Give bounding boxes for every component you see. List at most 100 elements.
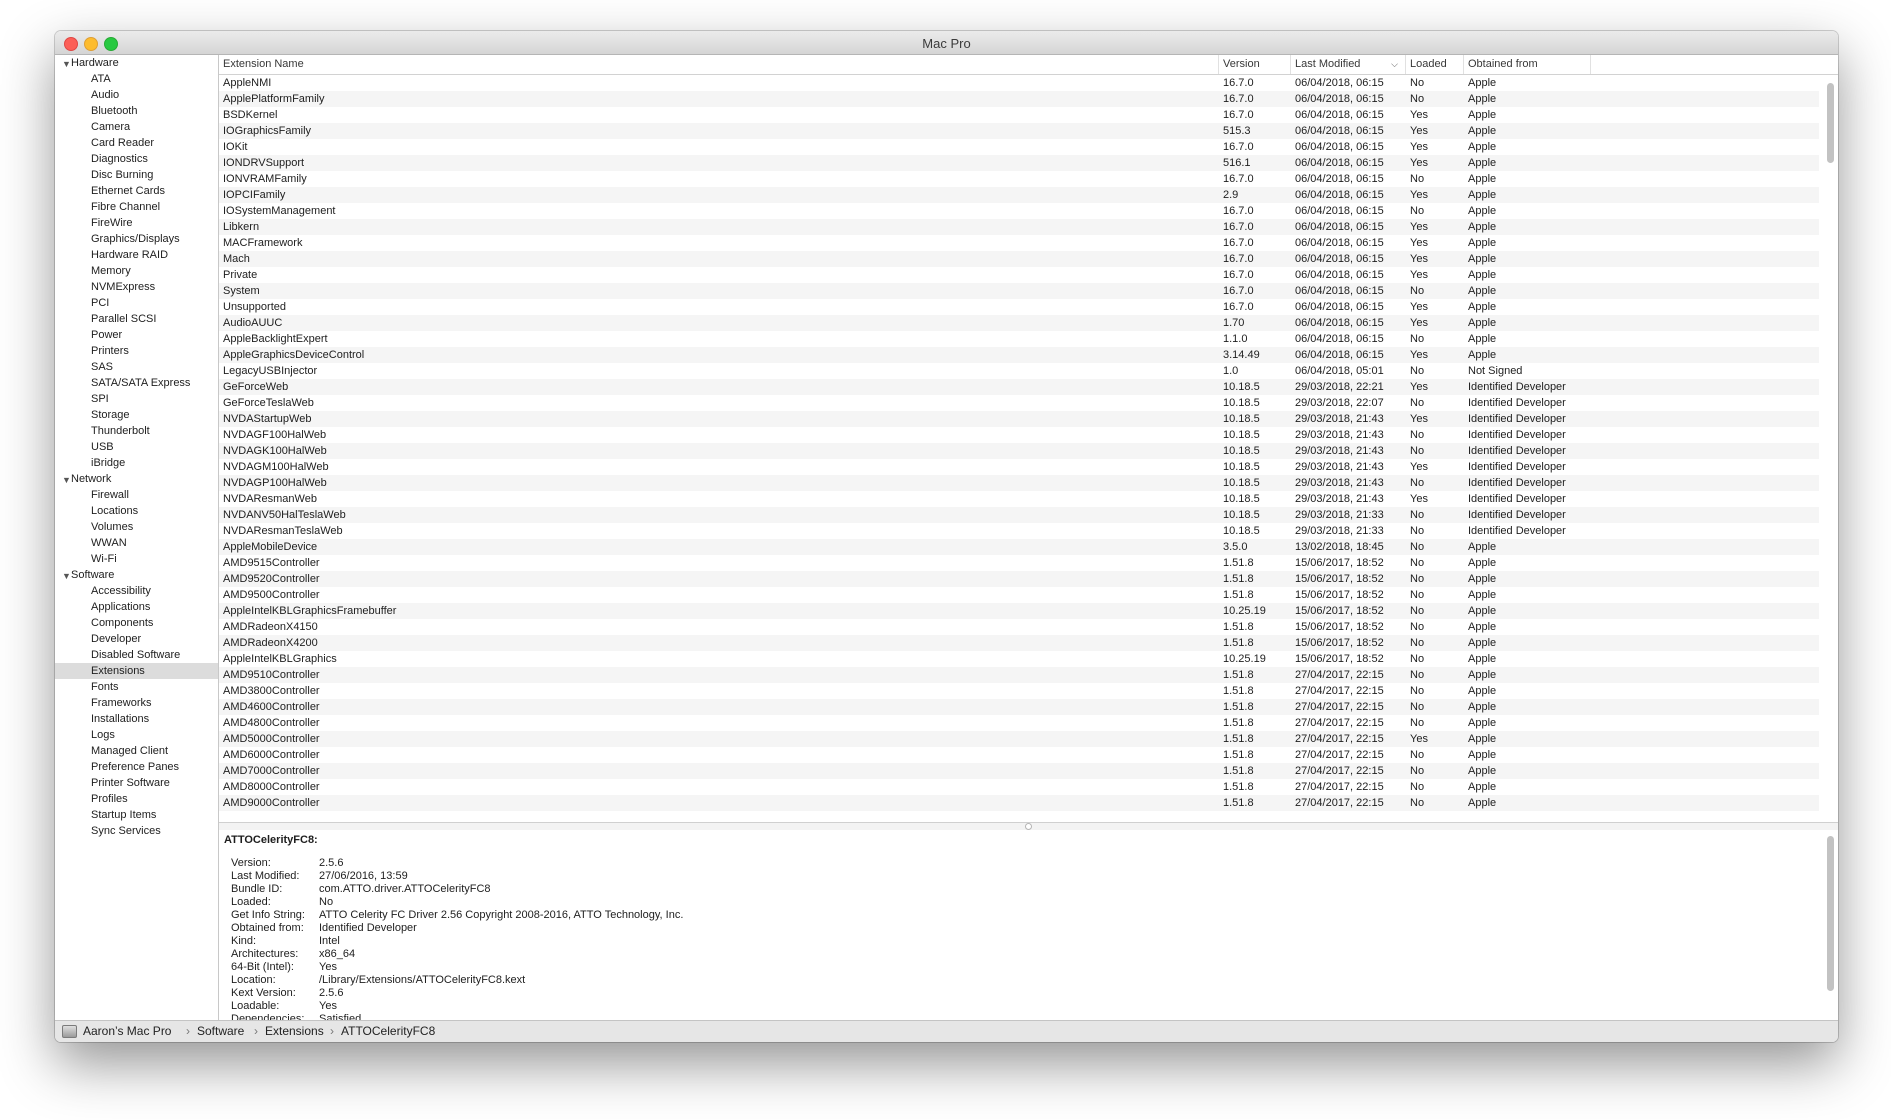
table-row[interactable]: AppleMobileDevice 3.5.0 13/02/2018, 18:45 N… — [219, 539, 1819, 555]
table-row[interactable]: AMD4600Controller 1.51.8 27/04/2017, 22:15… — [219, 699, 1819, 715]
sidebar-item-applications[interactable]: Applications — [55, 599, 218, 615]
sidebar-item-volumes[interactable]: Volumes — [55, 519, 218, 535]
sidebar-item-wwan[interactable]: WWAN — [55, 535, 218, 551]
disclosure-triangle-icon[interactable]: ▼ — [62, 568, 71, 584]
table-row[interactable]: AMD9510Controller 1.51.8 27/04/2017, 22:15… — [219, 667, 1819, 683]
table-row[interactable]: IOKit 16.7.0 06/04/2018, 06:15 Yes Apple — [219, 139, 1819, 155]
sidebar-item-thunderbolt[interactable]: Thunderbolt — [55, 423, 218, 439]
table-row[interactable]: Mach 16.7.0 06/04/2018, 06:15 Yes Apple — [219, 251, 1819, 267]
sidebar-item-sas[interactable]: SAS — [55, 359, 218, 375]
sidebar-item-printers[interactable]: Printers — [55, 343, 218, 359]
table-row[interactable]: NVDAGF100HalWeb 10.18.5 29/03/2018, 21:43 N… — [219, 427, 1819, 443]
table-row[interactable]: AMD5000Controller 1.51.8 27/04/2017, 22:15… — [219, 731, 1819, 747]
table-row[interactable]: GeForceTeslaWeb 10.18.5 29/03/2018, 22:07 N… — [219, 395, 1819, 411]
breadcrumb-extensions[interactable]: Extensions — [265, 1024, 324, 1038]
sidebar-item-hardware-raid[interactable]: Hardware RAID — [55, 247, 218, 263]
sidebar-item-managed-client[interactable]: Managed Client — [55, 743, 218, 759]
sidebar-item-startup-items[interactable]: Startup Items — [55, 807, 218, 823]
table-row[interactable]: AppleNMI 16.7.0 06/04/2018, 06:15 No Apple — [219, 75, 1819, 91]
table-row[interactable]: IONVRAMFamily 16.7.0 06/04/2018, 06:15 No Ap… — [219, 171, 1819, 187]
sidebar-item-accessibility[interactable]: Accessibility — [55, 583, 218, 599]
column-header-obtained-from[interactable]: Obtained from — [1464, 55, 1591, 74]
sidebar-item-ata[interactable]: ATA — [55, 71, 218, 87]
table-row[interactable]: AMD9500Controller 1.51.8 15/06/2017, 18:52… — [219, 587, 1819, 603]
sidebar-item-memory[interactable]: Memory — [55, 263, 218, 279]
table-row[interactable]: NVDANV50HalTeslaWeb 10.18.5 29/03/2018, 21… — [219, 507, 1819, 523]
sidebar-item-developer[interactable]: Developer — [55, 631, 218, 647]
table-row[interactable]: AMD6000Controller 1.51.8 27/04/2017, 22:15… — [219, 747, 1819, 763]
table-row[interactable]: NVDAGP100HalWeb 10.18.5 29/03/2018, 21:43 N… — [219, 475, 1819, 491]
table-row[interactable]: AppleIntelKBLGraphics 10.25.19 15/06/2017,… — [219, 651, 1819, 667]
sidebar-item-parallel-scsi[interactable]: Parallel SCSI — [55, 311, 218, 327]
table-row[interactable]: NVDAResmanWeb 10.18.5 29/03/2018, 21:43 Yes… — [219, 491, 1819, 507]
sidebar-category-network[interactable]: ▼ Network — [55, 471, 218, 487]
sidebar-item-fibre-channel[interactable]: Fibre Channel — [55, 199, 218, 215]
table-row[interactable]: GeForceWeb 10.18.5 29/03/2018, 22:21 Yes Ide… — [219, 379, 1819, 395]
table-row[interactable]: IOSystemManagement 16.7.0 06/04/2018, 06:1… — [219, 203, 1819, 219]
table-row[interactable]: IOPCIFamily 2.9 06/04/2018, 06:15 Yes Apple — [219, 187, 1819, 203]
sidebar-item-diagnostics[interactable]: Diagnostics — [55, 151, 218, 167]
sidebar-item-locations[interactable]: Locations — [55, 503, 218, 519]
table-row[interactable]: AMDRadeonX4150 1.51.8 15/06/2017, 18:52 No A… — [219, 619, 1819, 635]
table-row[interactable]: BSDKernel 16.7.0 06/04/2018, 06:15 Yes Apple — [219, 107, 1819, 123]
table-row[interactable]: AMD7000Controller 1.51.8 27/04/2017, 22:15… — [219, 763, 1819, 779]
table-row[interactable]: System 16.7.0 06/04/2018, 06:15 No Apple — [219, 283, 1819, 299]
breadcrumb-computer[interactable]: Aaron’s Mac Pro — [83, 1024, 171, 1038]
column-header-loaded[interactable]: Loaded — [1406, 55, 1464, 74]
table-row[interactable]: AMD3800Controller 1.51.8 27/04/2017, 22:15… — [219, 683, 1819, 699]
sidebar-item-ethernet-cards[interactable]: Ethernet Cards — [55, 183, 218, 199]
sidebar-item-disc-burning[interactable]: Disc Burning — [55, 167, 218, 183]
table-row[interactable]: IONDRVSupport 516.1 06/04/2018, 06:15 Yes Ap… — [219, 155, 1819, 171]
column-header-version[interactable]: Version — [1219, 55, 1291, 74]
sidebar-item-storage[interactable]: Storage — [55, 407, 218, 423]
sidebar-category-software[interactable]: ▼ Software — [55, 567, 218, 583]
sidebar-item-logs[interactable]: Logs — [55, 727, 218, 743]
sidebar-item-installations[interactable]: Installations — [55, 711, 218, 727]
table-row[interactable]: AMD8000Controller 1.51.8 27/04/2017, 22:15… — [219, 779, 1819, 795]
sidebar-item-sata-sata-express[interactable]: SATA/SATA Express — [55, 375, 218, 391]
table-row[interactable]: NVDAResmanTeslaWeb 10.18.5 29/03/2018, 21:… — [219, 523, 1819, 539]
sidebar-item-profiles[interactable]: Profiles — [55, 791, 218, 807]
sidebar-item-spi[interactable]: SPI — [55, 391, 218, 407]
table-row[interactable]: Unsupported 16.7.0 06/04/2018, 06:15 Yes App… — [219, 299, 1819, 315]
sidebar-item-power[interactable]: Power — [55, 327, 218, 343]
table-row[interactable]: AMD4800Controller 1.51.8 27/04/2017, 22:15… — [219, 715, 1819, 731]
table-row[interactable]: NVDAGM100HalWeb 10.18.5 29/03/2018, 21:43 Y… — [219, 459, 1819, 475]
sidebar-item-components[interactable]: Components — [55, 615, 218, 631]
sidebar-item-ibridge[interactable]: iBridge — [55, 455, 218, 471]
breadcrumb-attocelerityfc8[interactable]: ATTOCelerityFC8 — [341, 1024, 435, 1038]
sidebar-item-usb[interactable]: USB — [55, 439, 218, 455]
table-row[interactable]: NVDAStartupWeb 10.18.5 29/03/2018, 21:43 Ye… — [219, 411, 1819, 427]
table-scrollbar[interactable] — [1827, 83, 1834, 163]
table-row[interactable]: Private 16.7.0 06/04/2018, 06:15 Yes Apple — [219, 267, 1819, 283]
breadcrumb-software[interactable]: Software — [197, 1024, 244, 1038]
column-header-extension-name[interactable]: Extension Name — [219, 55, 1219, 74]
sidebar-item-frameworks[interactable]: Frameworks — [55, 695, 218, 711]
table-row[interactable]: AudioAUUC 1.70 06/04/2018, 06:15 Yes Apple — [219, 315, 1819, 331]
column-header-last-modified[interactable]: Last Modified ⌵ — [1291, 55, 1406, 74]
table-row[interactable]: IOGraphicsFamily 515.3 06/04/2018, 06:15 Ye… — [219, 123, 1819, 139]
table-row[interactable]: AppleBacklightExpert 1.1.0 06/04/2018, 06:… — [219, 331, 1819, 347]
table-row[interactable]: AppleIntelKBLGraphicsFramebuffer 10.25.19… — [219, 603, 1819, 619]
table-row[interactable]: AMD9000Controller 1.51.8 27/04/2017, 22:15… — [219, 795, 1819, 811]
table-row[interactable]: AMD9515Controller 1.51.8 15/06/2017, 18:52… — [219, 555, 1819, 571]
sidebar-item-firewire[interactable]: FireWire — [55, 215, 218, 231]
sidebar-item-nvmexpress[interactable]: NVMExpress — [55, 279, 218, 295]
splitter-grip-icon[interactable] — [1025, 823, 1032, 830]
detail-scrollbar[interactable] — [1827, 836, 1834, 991]
table-row[interactable]: ApplePlatformFamily 16.7.0 06/04/2018, 06:… — [219, 91, 1819, 107]
sidebar-item-firewall[interactable]: Firewall — [55, 487, 218, 503]
sidebar-item-bluetooth[interactable]: Bluetooth — [55, 103, 218, 119]
disclosure-triangle-icon[interactable]: ▼ — [62, 472, 71, 488]
disclosure-triangle-icon[interactable]: ▼ — [62, 56, 71, 72]
sidebar-item-extensions[interactable]: Extensions — [55, 663, 218, 679]
sidebar-item-preference-panes[interactable]: Preference Panes — [55, 759, 218, 775]
sidebar-item-wi-fi[interactable]: Wi-Fi — [55, 551, 218, 567]
table-row[interactable]: Libkern 16.7.0 06/04/2018, 06:15 Yes Apple — [219, 219, 1819, 235]
sidebar-item-sync-services[interactable]: Sync Services — [55, 823, 218, 839]
table-row[interactable]: AMDRadeonX4200 1.51.8 15/06/2017, 18:52 No A… — [219, 635, 1819, 651]
sidebar-item-graphics-displays[interactable]: Graphics/Displays — [55, 231, 218, 247]
sidebar-item-camera[interactable]: Camera — [55, 119, 218, 135]
sidebar-item-printer-software[interactable]: Printer Software — [55, 775, 218, 791]
table-row[interactable]: MACFramework 16.7.0 06/04/2018, 06:15 Yes Ap… — [219, 235, 1819, 251]
